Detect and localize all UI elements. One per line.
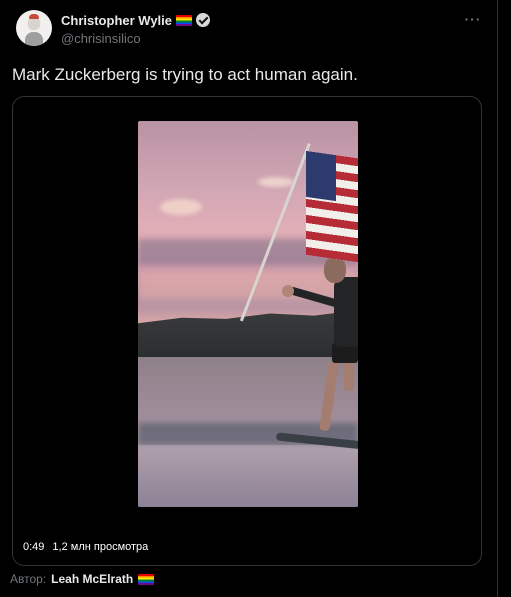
author-avatar[interactable]	[16, 10, 52, 46]
video-player[interactable]: 0:49 1,2 млн просмотра	[12, 96, 482, 566]
verified-badge-icon	[196, 13, 211, 27]
author-name-row: Christopher Wylie	[61, 11, 211, 29]
video-attribution: Автор: Leah McElrath	[10, 572, 155, 586]
video-person-body	[334, 277, 358, 347]
video-thumbnail[interactable]	[138, 121, 358, 507]
video-meta: 0:49 1,2 млн просмотра	[23, 541, 148, 553]
column-divider	[497, 0, 498, 597]
video-cloud	[160, 199, 202, 215]
video-duration: 0:49	[23, 541, 45, 553]
video-person-head	[324, 257, 346, 283]
video-hills	[138, 310, 358, 361]
attribution-prefix: Автор:	[10, 572, 47, 586]
tweet[interactable]: Christopher Wylie @chrisinsilico ··· Mar…	[0, 0, 497, 597]
tweet-text: Mark Zuckerberg is trying to act human a…	[12, 65, 358, 84]
rainbow-flag-icon	[176, 14, 193, 26]
video-person-leg	[344, 361, 354, 391]
video-cloud	[258, 177, 294, 187]
video-view-count: 1,2 млн просмотра	[52, 541, 149, 553]
tweet-header: Christopher Wylie @chrisinsilico ···	[12, 10, 487, 50]
author-display-name[interactable]: Christopher Wylie	[61, 13, 172, 28]
author-handle[interactable]: @chrisinsilico	[61, 31, 210, 46]
more-options-icon[interactable]: ···	[463, 12, 483, 30]
attribution-author-link[interactable]: Leah McElrath	[51, 572, 133, 586]
video-person-hand	[282, 285, 294, 297]
video-wave	[138, 445, 358, 507]
rainbow-flag-icon	[138, 573, 155, 585]
video-us-flag-canton	[306, 150, 336, 202]
video-us-flag	[306, 150, 358, 264]
author-names: Christopher Wylie @chrisinsilico	[61, 11, 211, 46]
